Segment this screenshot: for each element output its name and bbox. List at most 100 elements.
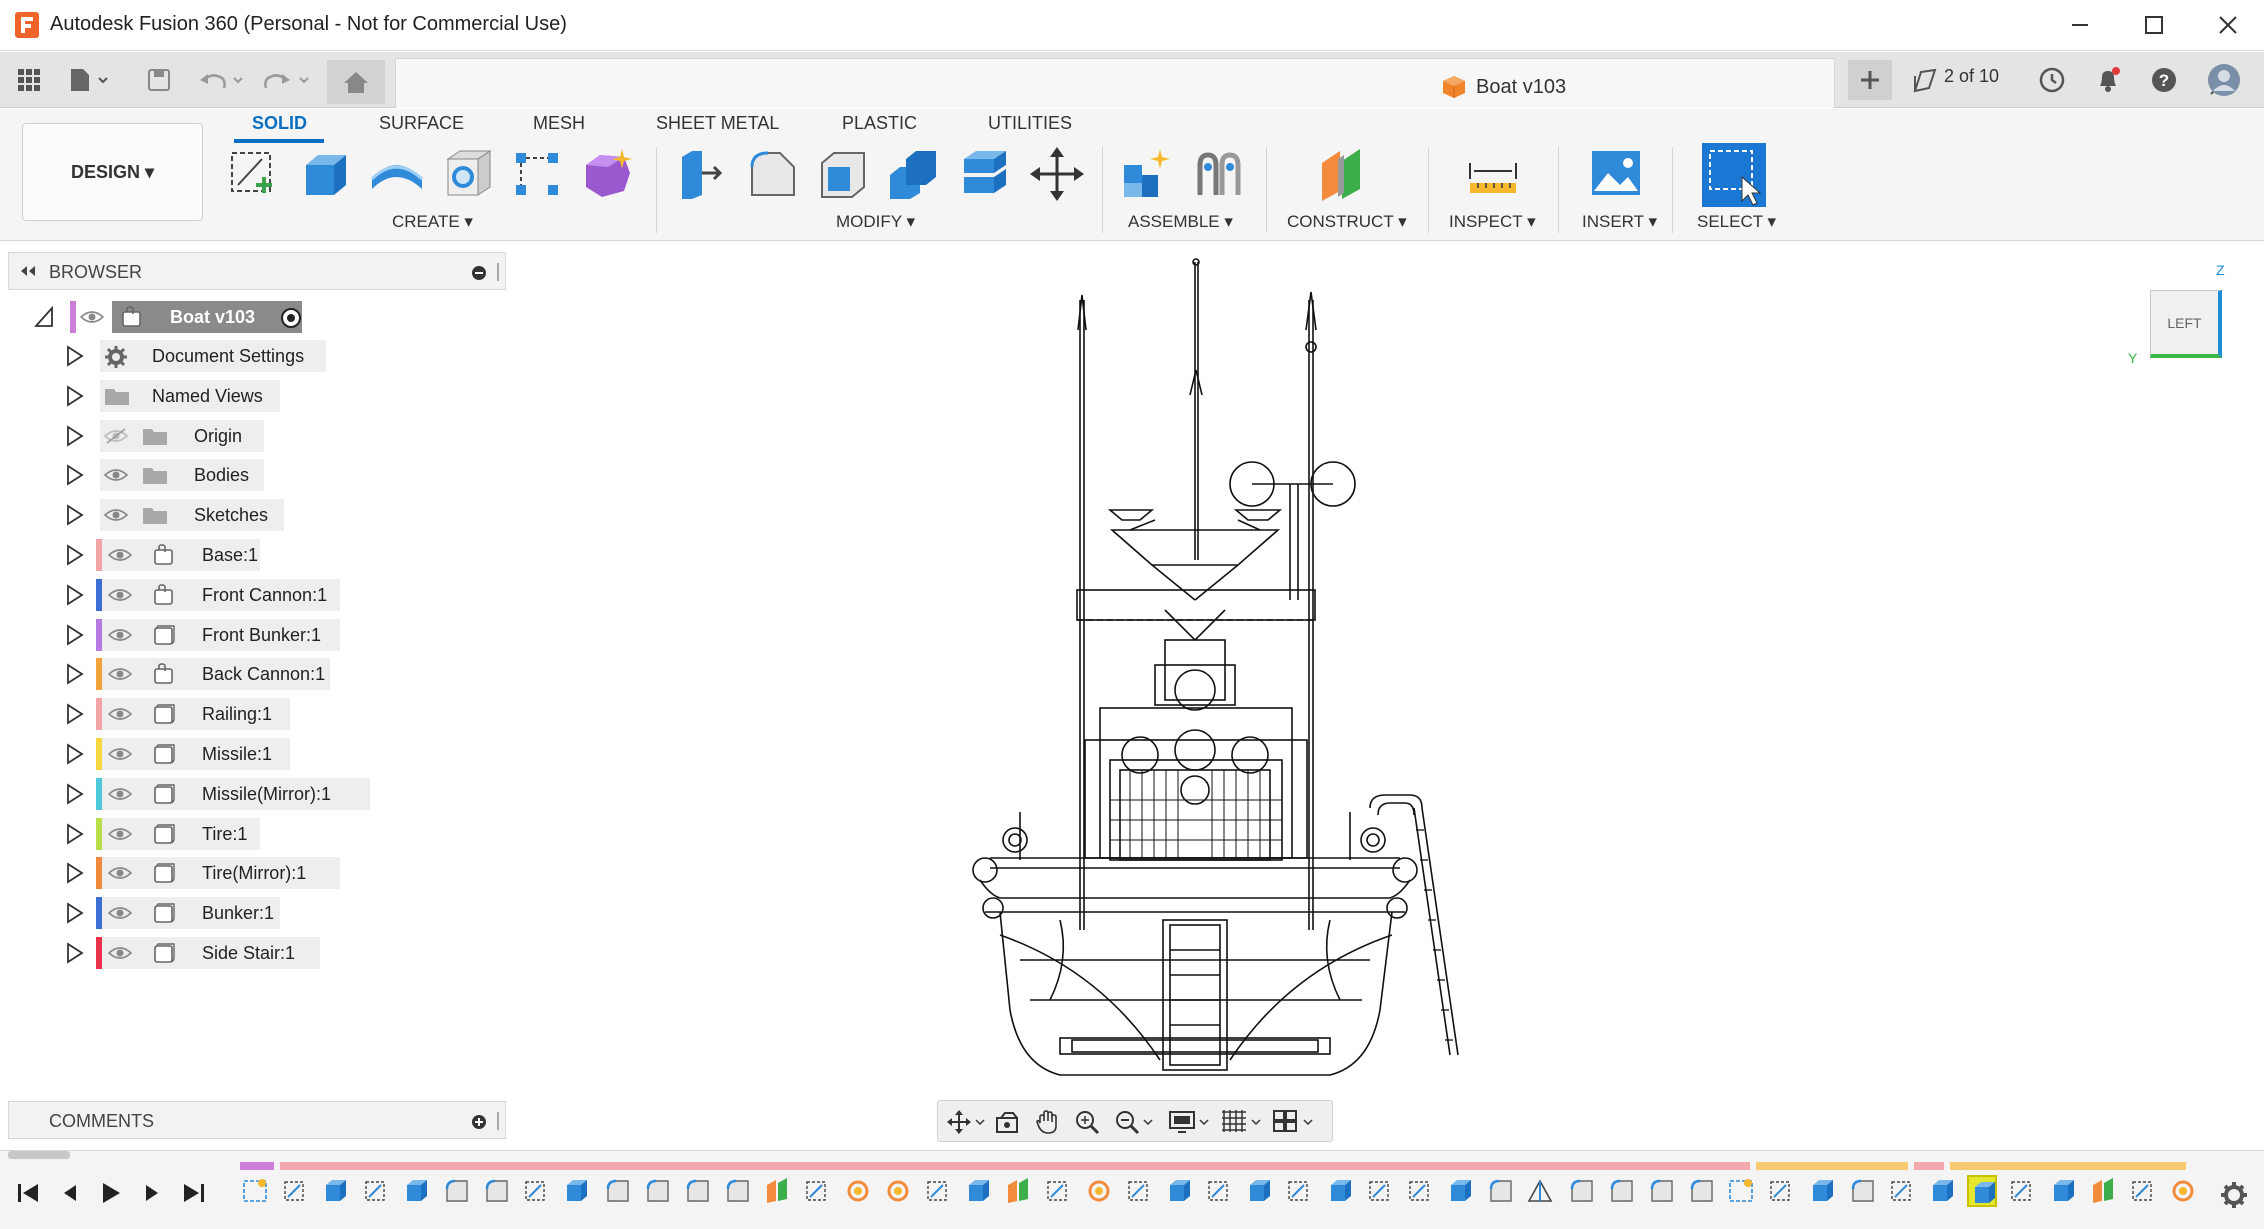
job-status-icon[interactable]	[1910, 60, 1940, 100]
pattern-icon[interactable]	[508, 145, 566, 203]
construct-group-label[interactable]: CONSTRUCT ▾	[1287, 212, 1407, 232]
expand-icon[interactable]	[66, 584, 84, 606]
browser-item[interactable]: Named Views	[64, 380, 364, 412]
comments-panel-header[interactable]: COMMENTS	[8, 1101, 506, 1139]
timeline-feature-icon[interactable]	[1525, 1175, 1555, 1207]
timeline-feature-icon[interactable]	[963, 1175, 993, 1207]
insert-group-label[interactable]: INSERT ▾	[1582, 212, 1657, 232]
help-icon[interactable]: ?	[2148, 60, 2180, 100]
clock-icon[interactable]	[2036, 60, 2068, 100]
joint-icon[interactable]	[1190, 145, 1248, 203]
timeline-feature-icon[interactable]	[1686, 1175, 1716, 1207]
browser-item[interactable]: Document Settings	[64, 340, 364, 372]
expand-icon[interactable]	[66, 663, 84, 685]
timeline-feature-icon[interactable]	[1164, 1175, 1194, 1207]
timeline-feature-icon[interactable]	[642, 1175, 672, 1207]
timeline-feature-icon[interactable]	[1124, 1175, 1154, 1207]
revolve-icon[interactable]	[368, 145, 426, 203]
assemble-group-label[interactable]: ASSEMBLE ▾	[1128, 212, 1233, 232]
expand-icon[interactable]	[66, 425, 84, 447]
visibility-eye-icon[interactable]	[108, 786, 132, 802]
timeline-feature-icon[interactable]	[762, 1175, 792, 1207]
expand-icon[interactable]	[66, 345, 84, 367]
go-to-start-icon[interactable]	[16, 1181, 40, 1205]
timeline-feature-icon[interactable]	[1566, 1175, 1596, 1207]
tab-surface[interactable]: SURFACE	[379, 113, 464, 134]
timeline-feature-icon[interactable]	[1485, 1175, 1515, 1207]
tab-sheet-metal[interactable]: SHEET METAL	[656, 113, 779, 134]
home-icon[interactable]	[327, 60, 385, 104]
expand-icon[interactable]	[66, 504, 84, 526]
inspect-group-label[interactable]: INSPECT ▾	[1449, 212, 1536, 232]
expand-icon[interactable]	[66, 783, 84, 805]
tab-plastic[interactable]: PLASTIC	[842, 113, 917, 134]
timeline-feature-icon[interactable]	[1244, 1175, 1274, 1207]
timeline-feature-icon[interactable]	[481, 1175, 511, 1207]
timeline-scrollbar[interactable]	[8, 1151, 70, 1159]
split-body-icon[interactable]	[956, 145, 1014, 203]
tab-utilities[interactable]: UTILITIES	[988, 113, 1072, 134]
activate-component-icon[interactable]	[280, 307, 302, 329]
step-forward-icon[interactable]	[140, 1181, 164, 1205]
expand-icon[interactable]	[66, 385, 84, 407]
browser-root-row[interactable]: Boat v103	[30, 301, 360, 333]
timeline-feature-icon[interactable]	[1847, 1175, 1877, 1207]
undo-icon[interactable]	[196, 60, 246, 100]
browser-item[interactable]: Base:1	[64, 539, 364, 571]
close-window-button[interactable]	[2198, 6, 2258, 44]
timeline-feature-icon[interactable]	[1887, 1175, 1917, 1207]
timeline-feature-icon[interactable]	[883, 1175, 913, 1207]
browser-item[interactable]: Origin	[64, 420, 364, 452]
timeline-feature-icon[interactable]	[1284, 1175, 1314, 1207]
browser-item[interactable]: Bunker:1	[64, 897, 364, 929]
browser-item[interactable]: Front Bunker:1	[64, 619, 364, 651]
expand-icon[interactable]	[66, 823, 84, 845]
expand-icon[interactable]	[66, 624, 84, 646]
browser-item[interactable]: Sketches	[64, 499, 364, 531]
new-component-icon[interactable]	[1118, 145, 1176, 203]
new-tab-icon[interactable]	[1848, 60, 1892, 100]
workspace-switcher[interactable]: DESIGN ▾	[22, 123, 203, 221]
expand-icon[interactable]	[66, 902, 84, 924]
browser-item[interactable]: Tire(Mirror):1	[64, 857, 364, 889]
timeline-feature-icon[interactable]	[1927, 1175, 1957, 1207]
viewports-icon[interactable]	[1272, 1109, 1320, 1135]
create-form-icon[interactable]	[578, 145, 636, 203]
zoom-window-icon[interactable]	[1074, 1109, 1100, 1135]
timeline-feature-icon[interactable]	[1967, 1175, 1997, 1207]
timeline-feature-icon[interactable]	[2007, 1175, 2037, 1207]
visibility-eye-icon[interactable]	[108, 666, 132, 682]
notification-bell-icon[interactable]	[2092, 60, 2124, 100]
timeline-feature-icon[interactable]	[923, 1175, 953, 1207]
browser-item[interactable]: Side Stair:1	[64, 937, 364, 969]
visibility-eye-icon[interactable]	[108, 706, 132, 722]
create-sketch-icon[interactable]	[226, 145, 284, 203]
look-at-icon[interactable]	[994, 1109, 1020, 1135]
timeline-feature-icon[interactable]	[1043, 1175, 1073, 1207]
browser-item[interactable]: Tire:1	[64, 818, 364, 850]
timeline-feature-icon[interactable]	[1003, 1175, 1033, 1207]
panel-resize-handle[interactable]	[497, 1112, 499, 1130]
display-settings-icon[interactable]	[1168, 1109, 1212, 1135]
select-group-label[interactable]: SELECT ▾	[1697, 212, 1776, 232]
browser-item[interactable]: Railing:1	[64, 698, 364, 730]
timeline-feature-icon[interactable]	[2168, 1175, 2198, 1207]
user-avatar-icon[interactable]	[2206, 60, 2242, 100]
browser-item[interactable]: Front Cannon:1	[64, 579, 364, 611]
visibility-eye-icon[interactable]	[104, 507, 128, 523]
expand-icon[interactable]	[66, 464, 84, 486]
timeline-feature-icon[interactable]	[2088, 1175, 2118, 1207]
timeline-feature-icon[interactable]	[682, 1175, 712, 1207]
visibility-eye-icon[interactable]	[80, 309, 104, 325]
visibility-eye-icon[interactable]	[108, 627, 132, 643]
orbit-icon[interactable]	[946, 1109, 986, 1135]
visibility-eye-icon[interactable]	[108, 905, 132, 921]
tab-mesh[interactable]: MESH	[533, 113, 585, 134]
pan-icon[interactable]	[1034, 1109, 1060, 1135]
timeline-feature-icon[interactable]	[401, 1175, 431, 1207]
file-menu-icon[interactable]	[66, 60, 116, 100]
maximize-button[interactable]	[2124, 6, 2184, 44]
visibility-eye-icon[interactable]	[108, 945, 132, 961]
timeline-feature-icon[interactable]	[521, 1175, 551, 1207]
collapse-root-icon[interactable]	[34, 306, 53, 328]
